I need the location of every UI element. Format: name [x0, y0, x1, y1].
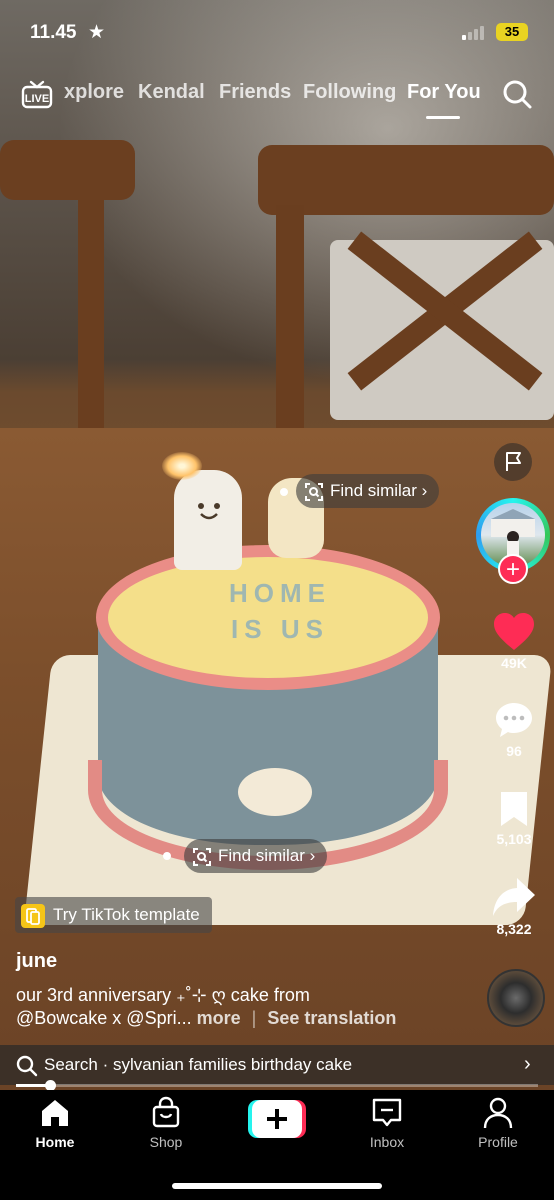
video-cake-text: HOME IS US — [180, 575, 380, 647]
share-button[interactable]: 8,322 — [486, 876, 542, 937]
comment-count: 96 — [506, 743, 522, 759]
video-sofa — [330, 240, 554, 420]
caption-mentions[interactable]: @Bowcake x @Spri... — [16, 1008, 192, 1028]
star-icon: ★ — [88, 22, 106, 43]
nav-shop-label: Shop — [149, 1134, 183, 1150]
heart-icon — [494, 613, 534, 650]
top-nav: LIVE xplore Kendal Friends Following For… — [0, 72, 554, 119]
tab-for-you[interactable]: For You — [407, 81, 481, 104]
find-similar-icon — [193, 847, 211, 866]
share-count: 8,322 — [496, 921, 532, 937]
music-disc-icon[interactable] — [487, 969, 545, 1027]
video-topper-face — [198, 503, 220, 520]
battery-indicator: 35 — [496, 23, 528, 41]
nav-home[interactable]: Home — [10, 1096, 100, 1150]
nav-inbox[interactable]: Inbox — [342, 1096, 432, 1150]
template-icon — [21, 903, 45, 928]
more-link[interactable]: more — [197, 1008, 241, 1028]
video-chair-leg — [276, 205, 304, 430]
search-suggestion-text: Search · sylvanian families birthday cak… — [44, 1055, 353, 1074]
share-icon — [493, 878, 535, 916]
report-button[interactable] — [494, 443, 532, 481]
caption-line-2: @Bowcake x @Spri... more | See translati… — [16, 1008, 396, 1029]
signal-icon — [462, 26, 490, 40]
find-similar-dot — [163, 852, 171, 860]
comment-icon — [496, 703, 532, 737]
create-button[interactable] — [248, 1100, 306, 1138]
search-suggestion-icon — [16, 1055, 38, 1077]
follow-button[interactable]: + — [498, 554, 528, 584]
bookmark-icon — [501, 792, 527, 826]
search-icon[interactable] — [501, 78, 533, 110]
nav-profile-label: Profile — [478, 1134, 518, 1150]
template-label: Try TikTok template — [53, 905, 200, 924]
profile-icon — [483, 1097, 513, 1129]
active-tab-indicator — [426, 116, 460, 119]
video-progress-bar[interactable] — [16, 1080, 538, 1091]
nav-home-label: Home — [35, 1134, 75, 1150]
video-candle-flame — [162, 452, 202, 480]
shop-bag-icon — [152, 1096, 180, 1128]
nav-profile[interactable]: Profile — [453, 1096, 543, 1150]
comment-button[interactable]: 96 — [486, 700, 542, 759]
bookmark-button[interactable]: 5,103 — [486, 790, 542, 847]
video-bear-decoration — [238, 768, 312, 816]
cake-text-line1: HOME — [229, 578, 331, 608]
find-similar-label: Find similar — [218, 846, 305, 865]
tab-following[interactable]: Following — [303, 81, 396, 104]
tab-friends[interactable]: Friends — [219, 81, 291, 104]
try-template-button[interactable]: Try TikTok template — [15, 897, 212, 933]
inbox-icon — [372, 1098, 402, 1127]
home-indicator — [172, 1183, 382, 1189]
svg-text:LIVE: LIVE — [25, 93, 49, 105]
status-time: 11.45 — [30, 22, 77, 43]
video-chair-back-left — [0, 140, 135, 200]
flag-icon — [506, 452, 521, 471]
tab-explore[interactable]: xplore — [64, 81, 124, 104]
see-translation-link[interactable]: See translation — [267, 1008, 396, 1028]
find-similar-dot — [280, 488, 288, 496]
find-similar-label: Find similar — [330, 481, 417, 500]
nav-shop[interactable]: Shop — [121, 1096, 211, 1150]
live-icon[interactable]: LIVE — [21, 78, 53, 110]
tiktok-screen: HOME IS US 11.45 ★ 35 LIVE xplore Kendal… — [0, 0, 554, 1200]
caption-divider: | — [251, 1008, 257, 1028]
video-chair-leg — [78, 200, 104, 430]
tab-kendal[interactable]: Kendal — [138, 81, 205, 104]
like-count: 49K — [501, 655, 527, 671]
creator-username[interactable]: june — [16, 950, 57, 973]
status-bar: 11.45 ★ 35 — [0, 0, 554, 64]
like-button[interactable]: 49K — [486, 612, 542, 671]
nav-inbox-label: Inbox — [369, 1134, 405, 1150]
cake-text-line2: IS US — [231, 614, 329, 644]
caption-line-1: our 3rd anniversary ₊˚⊹ ღ cake from — [16, 985, 310, 1005]
find-similar-icon — [305, 482, 323, 501]
search-suggestion-bar[interactable]: Search · sylvanian families birthday cak… — [0, 1045, 554, 1085]
bookmark-count: 5,103 — [496, 831, 532, 847]
find-similar-button[interactable]: Find similar › — [296, 474, 440, 508]
find-similar-button-2[interactable]: Find similar › — [184, 839, 328, 873]
home-icon — [42, 1100, 68, 1126]
chevron-right-icon: › — [524, 1053, 531, 1075]
